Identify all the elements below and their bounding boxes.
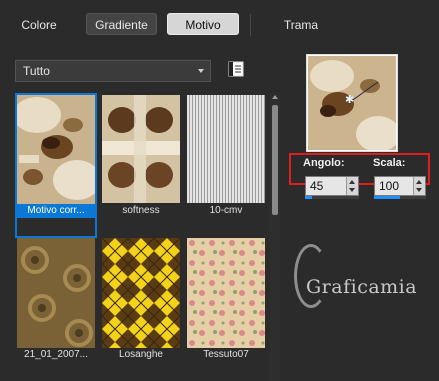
pattern-thumbnail-21-01-2007[interactable]: 21_01_2007... [15, 236, 97, 381]
chevron-up-icon[interactable] [349, 180, 355, 184]
angle-handle-icon[interactable]: ✱ [345, 95, 354, 106]
pattern-preview [17, 95, 95, 204]
pattern-thumbnail-losanghe[interactable]: Losanghe [100, 236, 182, 381]
pattern-preview [17, 238, 95, 348]
scale-slider[interactable] [374, 196, 426, 199]
tab-trama[interactable]: Trama [262, 14, 340, 36]
scale-stepper-buttons[interactable] [413, 177, 425, 195]
pattern-thumbnail-10-cmv[interactable]: 10-cmv [185, 93, 267, 238]
pattern-thumbnail-motivo[interactable]: Motivo corr... [15, 93, 97, 238]
notepad-icon[interactable] [228, 61, 244, 77]
thumbnail-label: softness [122, 205, 160, 216]
angle-value: 45 [310, 179, 324, 193]
thumbnail-scrollbar[interactable] [270, 93, 280, 381]
scrollbar-thumb[interactable] [272, 105, 278, 215]
angle-slider-fill [305, 196, 312, 199]
thumbnail-label: 21_01_2007... [24, 349, 88, 360]
watermark: Graficamia [292, 240, 432, 320]
pattern-preview [187, 238, 265, 348]
tab-separator [250, 14, 251, 36]
angle-slider[interactable] [305, 196, 359, 199]
chevron-up-icon[interactable] [272, 95, 278, 99]
tab-gradiente[interactable]: Gradiente [86, 13, 157, 35]
pattern-preview-large[interactable]: ✱ [306, 54, 398, 152]
category-dropdown[interactable]: Tutto [15, 60, 211, 82]
watermark-text: Graficamia [306, 276, 418, 298]
pattern-preview [187, 95, 265, 203]
scale-spinner[interactable]: 100 [374, 176, 426, 196]
thumbnail-label: Losanghe [119, 349, 163, 360]
angle-stepper-buttons[interactable] [346, 177, 358, 195]
category-dropdown-value: Tutto [23, 64, 50, 78]
angle-label: Angolo: [303, 157, 345, 169]
pattern-thumbnail-tessuto07[interactable]: Tessuto07 [185, 236, 267, 381]
scale-label: Scala: [373, 157, 406, 169]
tab-colore[interactable]: Colore [8, 14, 70, 36]
thumbnail-label: Motivo corr... [15, 204, 97, 218]
chevron-down-icon[interactable] [416, 188, 422, 192]
pattern-thumbnail-softness[interactable]: softness [100, 93, 182, 238]
pattern-preview [102, 238, 180, 348]
angle-spinner[interactable]: 45 [305, 176, 359, 196]
chevron-down-icon [198, 69, 204, 73]
scale-slider-fill [374, 196, 400, 199]
thumbnail-label: Tessuto07 [203, 349, 249, 360]
scale-value: 100 [379, 179, 400, 193]
tab-motivo[interactable]: Motivo [167, 13, 239, 35]
chevron-up-icon[interactable] [416, 180, 422, 184]
thumbnail-label: 10-cmv [209, 205, 243, 216]
pattern-preview [102, 95, 180, 203]
chevron-down-icon[interactable] [349, 188, 355, 192]
